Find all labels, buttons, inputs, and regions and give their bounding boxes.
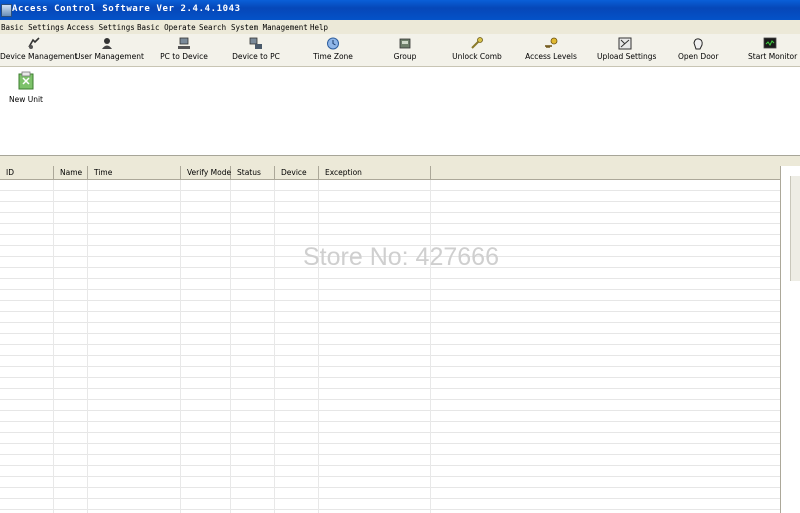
key-icon: [545, 37, 558, 48]
pc-to-device-button[interactable]: PC to Device: [155, 34, 213, 66]
menu-bar: Basic Settings Access Settings Basic Ope…: [0, 20, 800, 34]
column-verify-mode[interactable]: Verify Mode: [181, 166, 231, 179]
open-door-icon: [693, 38, 703, 50]
column-id[interactable]: ID: [0, 166, 54, 179]
units-panel: New Unit: [0, 67, 800, 155]
toolbar: Device Management User Management PC to …: [0, 34, 800, 67]
toolbar-label: Device Management: [0, 52, 78, 61]
menu-basic-settings[interactable]: Basic Settings: [1, 23, 64, 32]
table-header: ID Name Time Verify Mode Status Device E…: [0, 166, 780, 180]
column-device[interactable]: Device: [275, 166, 319, 179]
toolbar-label: Device to PC: [232, 52, 280, 61]
column-divider: [180, 180, 181, 513]
toolbar-label: User Management: [75, 52, 144, 61]
menu-help[interactable]: Help: [310, 23, 328, 32]
new-unit-item[interactable]: New Unit: [6, 70, 46, 104]
device-management-button[interactable]: Device Management: [0, 34, 78, 66]
watermark: Store No: 427666: [303, 243, 499, 271]
toolbar-label: Open Door: [678, 52, 719, 61]
menu-basic-operate[interactable]: Basic Operate: [137, 23, 196, 32]
toolbar-label: Start Monitor: [748, 52, 798, 61]
menu-search[interactable]: Search: [199, 23, 226, 32]
toolbar-label: Upload Settings: [597, 52, 657, 61]
upload-settings-button[interactable]: Upload Settings: [597, 34, 657, 66]
new-unit-icon: [18, 71, 34, 90]
pc-to-device-icon: [178, 37, 190, 49]
column-exception[interactable]: Exception: [319, 166, 431, 179]
records-table: ID Name Time Verify Mode Status Device E…: [0, 166, 781, 513]
new-unit-label: New Unit: [8, 95, 43, 104]
user-management-button[interactable]: User Management: [75, 34, 144, 66]
table-rows: [0, 180, 780, 513]
clock-icon: [327, 37, 339, 50]
app-icon: [1, 4, 12, 17]
toolbar-label: Time Zone: [313, 52, 353, 61]
toolbar-label: PC to Device: [160, 52, 208, 61]
time-zone-button[interactable]: Time Zone: [312, 34, 354, 66]
column-divider: [274, 180, 275, 513]
toolbar-label: Unlock Comb: [452, 52, 502, 61]
column-time[interactable]: Time: [88, 166, 181, 179]
window-title: Access Control Software Ver 2.4.4.1043: [12, 4, 241, 14]
column-divider: [53, 180, 54, 513]
toolbar-label: Group: [393, 52, 417, 61]
access-levels-button[interactable]: Access Levels: [525, 34, 577, 66]
unlock-comb-icon: [471, 37, 483, 49]
start-monitor-button[interactable]: Start Monitor: [748, 34, 798, 66]
device-management-icon: [28, 37, 40, 49]
title-bar: Access Control Software Ver 2.4.4.1043: [0, 0, 800, 20]
column-status[interactable]: Status: [231, 166, 275, 179]
column-divider: [87, 180, 88, 513]
vertical-scrollbar[interactable]: [790, 176, 800, 281]
right-pane: [781, 166, 800, 513]
toolbar-label: Access Levels: [525, 52, 577, 61]
user-management-icon: [101, 38, 112, 49]
group-icon: [399, 38, 411, 49]
column-name[interactable]: Name: [54, 166, 88, 179]
group-button[interactable]: Group: [389, 34, 421, 66]
upload-settings-icon: [618, 37, 632, 50]
device-to-pc-button[interactable]: Device to PC: [230, 34, 282, 66]
column-divider: [230, 180, 231, 513]
menu-access-settings[interactable]: Access Settings: [67, 23, 135, 32]
monitor-icon: [763, 37, 777, 49]
unlock-comb-button[interactable]: Unlock Comb: [451, 34, 503, 66]
open-door-button[interactable]: Open Door: [678, 34, 718, 66]
column-divider: [318, 180, 319, 513]
column-divider: [430, 180, 431, 513]
device-to-pc-icon: [249, 37, 262, 49]
menu-system-management[interactable]: System Management: [231, 23, 308, 32]
